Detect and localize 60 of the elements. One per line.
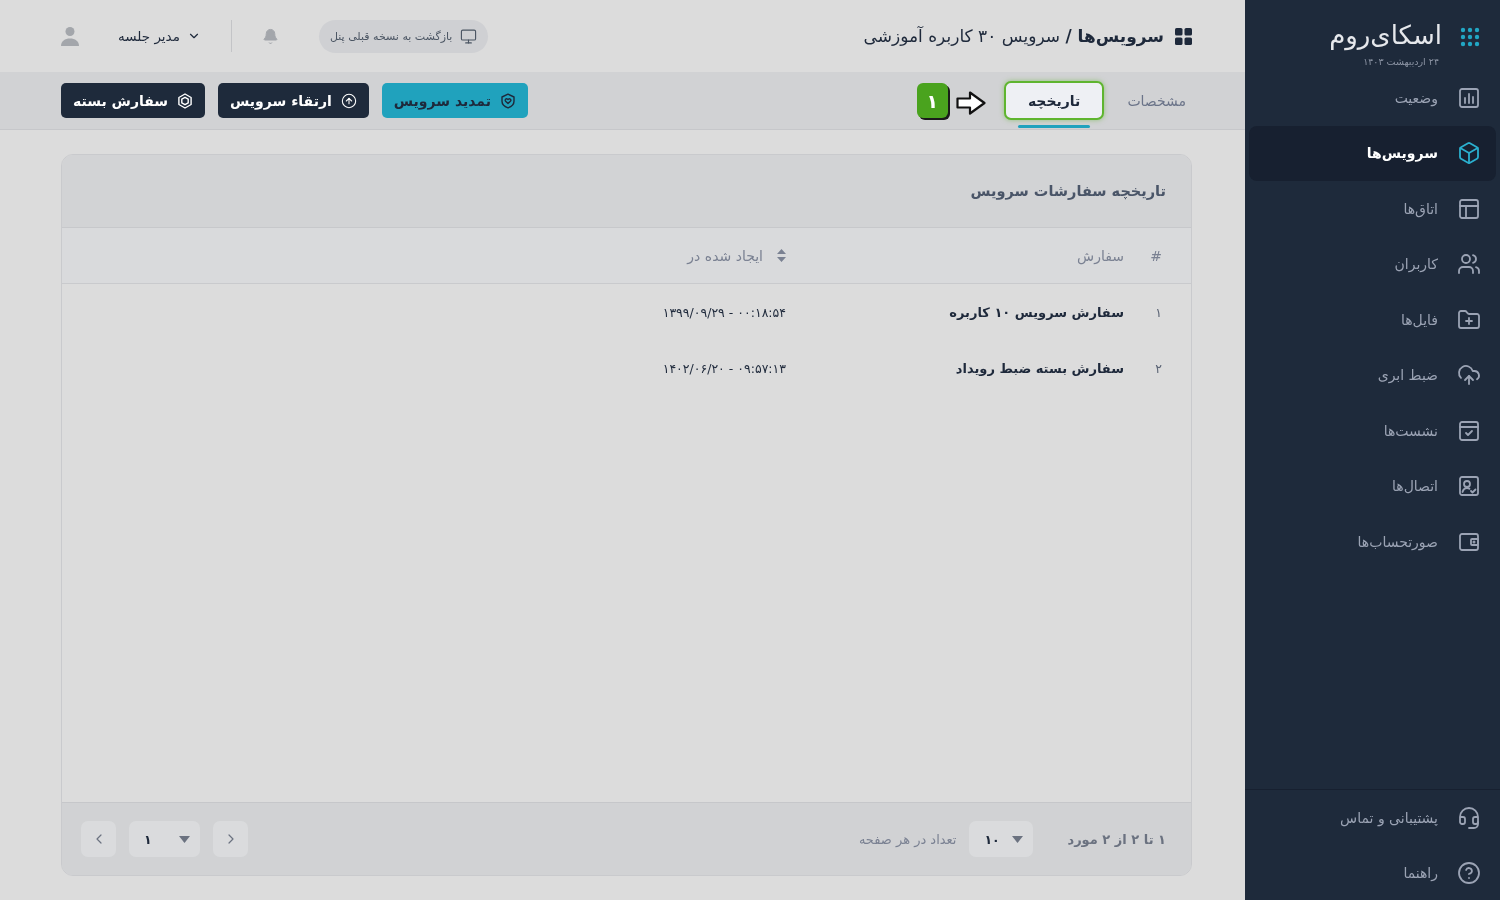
pagination-summary: ۱ تا ۲ از ۲ مورد bbox=[1067, 831, 1166, 847]
sidebar-item[interactable]: پشتیبانی و تماس bbox=[1249, 790, 1496, 845]
caret-down-icon bbox=[1012, 835, 1024, 843]
grid-icon bbox=[1175, 27, 1192, 45]
help-icon bbox=[1457, 860, 1481, 885]
table-cell: ۱۳۹۹/۰۹/۲۹ - ۰۰:۱۸:۵۴ bbox=[662, 304, 786, 320]
arrow-up-circle-icon bbox=[340, 92, 357, 109]
sidebar-item[interactable]: صورتحساب‌ها bbox=[1249, 514, 1496, 570]
step-badge: ۱ bbox=[916, 83, 948, 118]
shield-heart-icon bbox=[499, 92, 516, 109]
pointing-arrow-icon bbox=[954, 90, 987, 116]
card-title: تاریخچه سفارشات سرویس bbox=[970, 183, 1166, 199]
logo-text: اسکای‌روم bbox=[1329, 19, 1442, 51]
sidebar-item[interactable]: راهنما bbox=[1249, 845, 1496, 900]
sidebar-item[interactable]: اتاق‌ها bbox=[1249, 181, 1496, 237]
cube-icon bbox=[1457, 141, 1481, 166]
avatar-icon[interactable] bbox=[60, 26, 80, 46]
legacy-panel-button[interactable]: بازگشت به نسخه قبلی پنل bbox=[318, 19, 489, 53]
folder-plus-icon bbox=[1457, 307, 1481, 332]
column-header: سفارش bbox=[1077, 247, 1124, 264]
sidebar-item[interactable]: وضعیت bbox=[1249, 70, 1496, 126]
bell-icon bbox=[261, 27, 279, 45]
sidebar-item[interactable]: کاربران bbox=[1249, 236, 1496, 292]
user-menu[interactable]: مدیر جلسه bbox=[118, 28, 201, 44]
tab[interactable]: تاریخچه bbox=[1003, 81, 1105, 120]
hexagon-icon bbox=[177, 92, 194, 109]
previous-page-button[interactable] bbox=[213, 821, 248, 857]
page-select[interactable]: ۱ bbox=[129, 821, 200, 857]
user-card-icon bbox=[1457, 474, 1481, 499]
page-size-label: تعداد در هر صفحه bbox=[858, 831, 957, 847]
page-title: سرویس‌ها / سرویس ۳۰ کاربره آموزشی bbox=[863, 26, 1164, 46]
calendar-check-icon bbox=[1457, 418, 1481, 443]
monitor-icon bbox=[460, 27, 478, 45]
action-button[interactable]: ارتقاء سرویس bbox=[218, 83, 369, 118]
table-cell: ۱۴۰۲/۰۶/۲۰ - ۰۹:۵۷:۱۳ bbox=[662, 360, 786, 376]
tab[interactable]: مشخصات bbox=[1121, 81, 1192, 120]
action-button[interactable]: تمدید سرویس bbox=[381, 83, 528, 118]
headset-icon bbox=[1457, 805, 1481, 830]
column-header: # bbox=[1150, 247, 1162, 264]
date-text: ۲۴ اردیبهشت ۱۴۰۳ bbox=[1363, 56, 1439, 68]
next-page-button[interactable] bbox=[81, 821, 116, 857]
users-icon bbox=[1457, 252, 1481, 277]
table-cell: ۱ bbox=[1155, 304, 1162, 320]
sidebar-item[interactable]: نشست‌ها bbox=[1249, 403, 1496, 459]
table-cell: سفارش سرویس ۱۰ کاربره bbox=[949, 304, 1124, 320]
sidebar-item[interactable]: اتصال‌ها bbox=[1249, 458, 1496, 514]
notifications-button[interactable] bbox=[261, 27, 279, 45]
cloud-upload-icon bbox=[1457, 363, 1481, 388]
sort-icon[interactable] bbox=[777, 249, 786, 262]
sidebar-item[interactable]: سرویس‌ها bbox=[1249, 125, 1496, 181]
caret-down-icon bbox=[179, 835, 190, 843]
table-cell: سفارش بسته ضبط رویداد bbox=[955, 360, 1124, 376]
action-button[interactable]: سفارش بسته bbox=[61, 83, 206, 118]
dots-grid-icon bbox=[1460, 27, 1480, 47]
sidebar-item[interactable]: فایل‌ها bbox=[1249, 292, 1496, 348]
sidebar-item[interactable]: ضبط ابری bbox=[1249, 347, 1496, 403]
table-cell: ۲ bbox=[1155, 360, 1162, 376]
layout-icon bbox=[1457, 196, 1481, 221]
page-size-select[interactable]: ۱۰ bbox=[969, 821, 1034, 857]
bar-chart-icon bbox=[1457, 85, 1481, 110]
